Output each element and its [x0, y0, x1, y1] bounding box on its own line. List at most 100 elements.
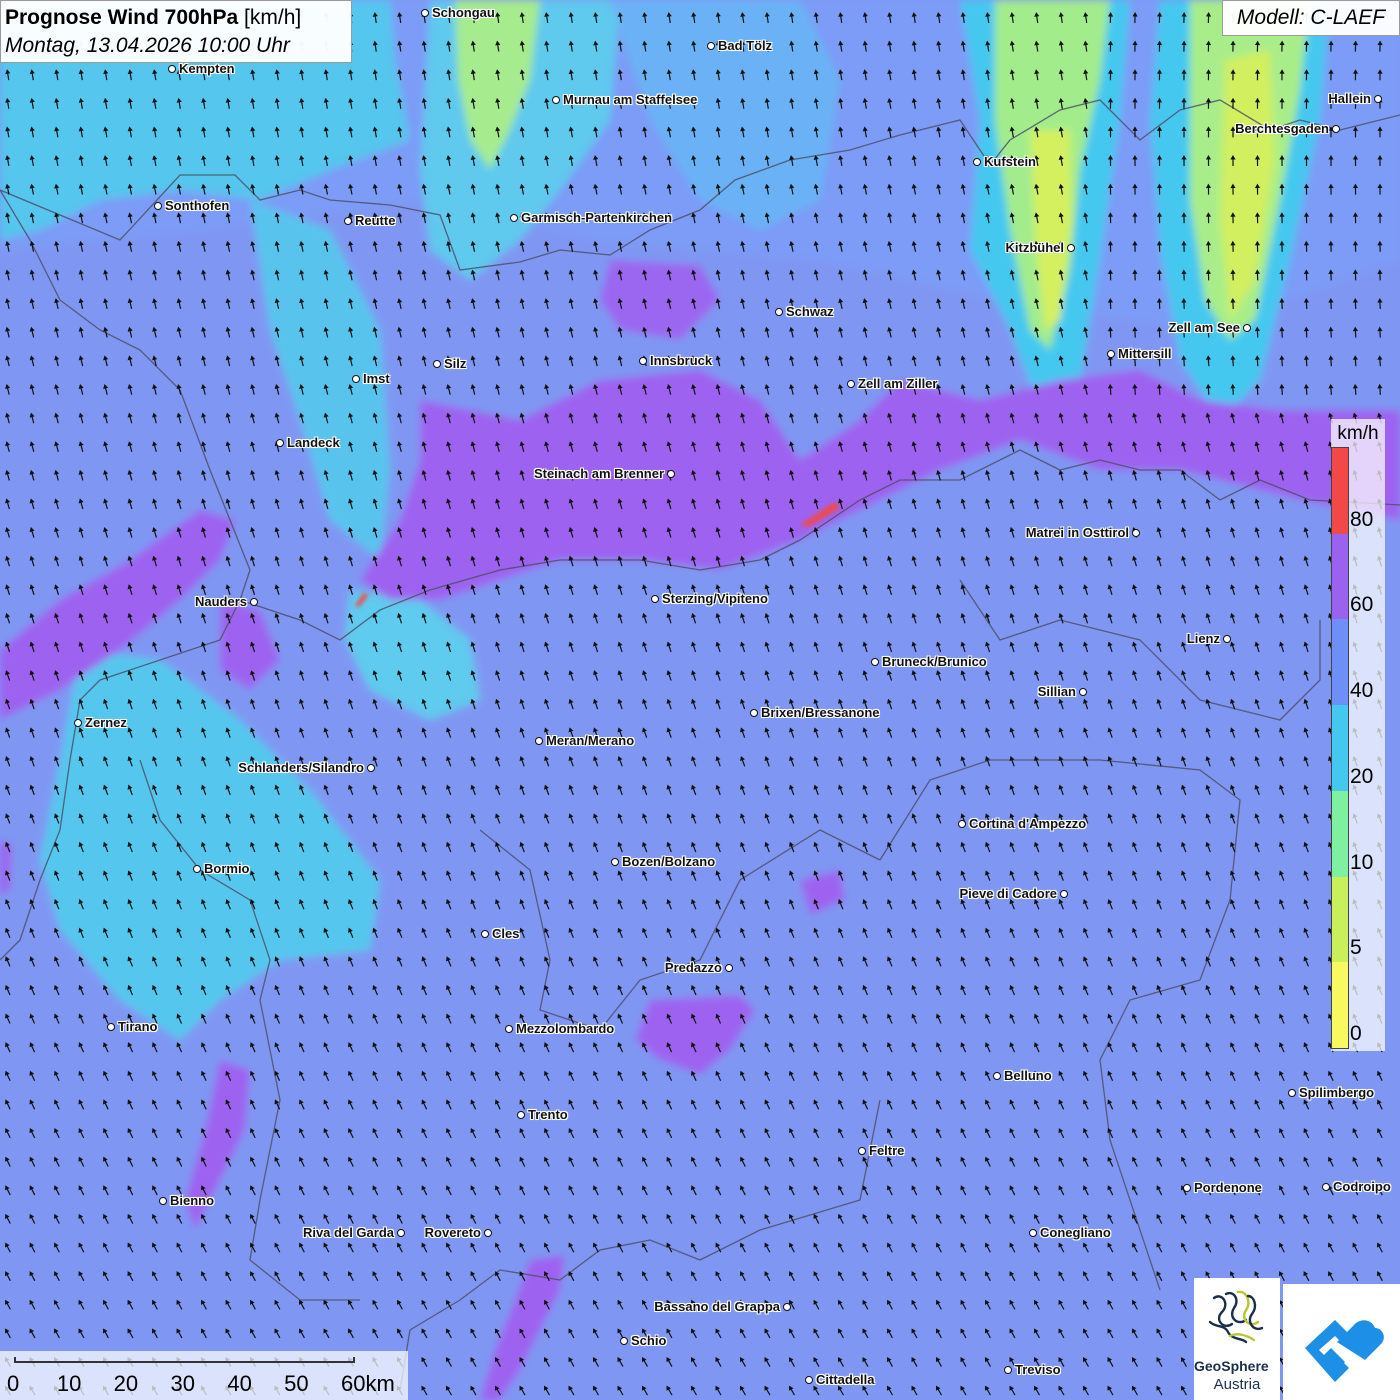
city-marker [1004, 1366, 1012, 1374]
legend-swatch [1332, 619, 1348, 706]
scale-bar-label: 0 [7, 1371, 20, 1396]
city-marker [535, 737, 543, 745]
city-marker [651, 595, 659, 603]
city-marker [750, 709, 758, 717]
city-marker [667, 470, 675, 478]
city-marker [193, 865, 201, 873]
city-marker [858, 1147, 866, 1155]
city-label: Pordenone [1194, 1180, 1262, 1195]
city-label: Cittadella [816, 1372, 875, 1387]
city-label: Landeck [287, 435, 340, 450]
city-label: Trento [528, 1107, 568, 1122]
city-marker [973, 158, 981, 166]
city-marker [1223, 635, 1231, 643]
city-marker [1029, 1229, 1037, 1237]
city-label: Reutte [355, 213, 396, 228]
city-marker [74, 719, 82, 727]
city-label: Bozen/Bolzano [622, 854, 716, 869]
city-label: Mittersill [1118, 346, 1172, 361]
city-marker [510, 214, 518, 222]
forecast-datetime: Montag, 13.04.2026 10:00 Uhr [5, 34, 290, 57]
legend-swatch [1332, 533, 1348, 620]
city-marker [397, 1229, 405, 1237]
city-label: Schio [631, 1333, 667, 1348]
city-marker [639, 357, 647, 365]
city-marker [552, 96, 560, 104]
city-label: Bad Tölz [718, 38, 773, 53]
city-label: Sillian [1037, 684, 1076, 699]
legend-unit: km/h [1337, 423, 1379, 444]
city-label: Berchtesgaden [1235, 121, 1329, 136]
legend-swatch [1332, 962, 1348, 1048]
city-marker [159, 1197, 167, 1205]
city-label: Spilimbergo [1299, 1085, 1375, 1100]
map-title-main: Prognose Wind 700hPa [5, 6, 239, 29]
city-label: Predazzo [664, 960, 722, 975]
city-marker [1132, 529, 1140, 537]
city-label: Bienno [170, 1193, 215, 1208]
city-label: Lienz [1186, 631, 1220, 646]
legend-tick-label: 0 [1350, 1022, 1362, 1045]
city-label: Codroipo [1333, 1179, 1391, 1194]
city-marker [1322, 1183, 1330, 1191]
city-marker [993, 1072, 1001, 1080]
city-label: Nauders [194, 594, 247, 609]
city-marker [1288, 1089, 1296, 1097]
city-label: Feltre [869, 1143, 905, 1158]
legend-swatch [1332, 876, 1348, 963]
city-label: Matrei in Osttirol [1025, 525, 1129, 540]
city-label: Rovereto [424, 1225, 481, 1240]
city-marker [352, 375, 360, 383]
city-marker [517, 1111, 525, 1119]
city-marker [421, 9, 429, 17]
city-marker [481, 930, 489, 938]
city-label: Schwaz [786, 304, 834, 319]
city-marker [1067, 244, 1075, 252]
city-label: Hallein [1328, 91, 1371, 106]
city-label: Kempten [179, 61, 235, 76]
scale-bar-label: 20 [113, 1371, 139, 1396]
city-label: Treviso [1015, 1362, 1061, 1377]
city-marker [871, 658, 879, 666]
weather-app-logo[interactable] [1283, 1284, 1400, 1400]
legend-swatch [1332, 448, 1348, 534]
city-label: Sonthofen [165, 198, 230, 213]
map-view[interactable]: Prognose Wind 700hPa [km/h] Montag, 13.0… [0, 0, 1400, 1400]
city-marker [1243, 324, 1251, 332]
city-label: Steinach am Brenner [533, 466, 664, 481]
legend-swatch [1332, 705, 1348, 791]
city-label: Belluno [1004, 1068, 1052, 1083]
title-panel: Prognose Wind 700hPa [km/h] Montag, 13.0… [0, 0, 352, 63]
city-label: Conegliano [1040, 1225, 1111, 1240]
city-label: Kitzbühel [1005, 240, 1065, 255]
city-marker [1374, 95, 1382, 103]
city-marker [1107, 350, 1115, 358]
legend-tick-label: 40 [1350, 679, 1374, 703]
city-label: Bassano del Grappa [654, 1299, 780, 1314]
city-marker [775, 308, 783, 316]
city-label: Sterzing/Vipiteno [662, 591, 768, 606]
city-label: Cortina d'Ampezzo [969, 816, 1087, 831]
city-marker [367, 764, 375, 772]
city-label: Bruneck/Brunico [882, 654, 987, 669]
city-label: Zell am See [1168, 320, 1240, 335]
city-label: Tirano [118, 1019, 158, 1034]
city-marker [1183, 1184, 1191, 1192]
city-marker [620, 1337, 628, 1345]
city-marker [783, 1303, 791, 1311]
city-marker [1060, 890, 1068, 898]
scale-bar-label: 30 [170, 1371, 195, 1396]
city-marker [1332, 125, 1340, 133]
city-marker [505, 1025, 513, 1033]
geosphere-name: GeoSphere [1194, 1358, 1269, 1374]
city-marker [611, 858, 619, 866]
legend-tick-label: 60 [1350, 593, 1374, 617]
city-marker [344, 217, 352, 225]
geosphere-logo-mark [1208, 1290, 1264, 1344]
geosphere-austria-logo[interactable]: GeoSphere Austria [1194, 1278, 1280, 1400]
legend-tick-label: 80 [1350, 507, 1374, 531]
scale-bar-label: 10 [56, 1371, 82, 1396]
legend-tick-label: 10 [1350, 850, 1374, 874]
city-label: Brixen/Bressanone [761, 705, 880, 720]
city-marker [107, 1023, 115, 1031]
